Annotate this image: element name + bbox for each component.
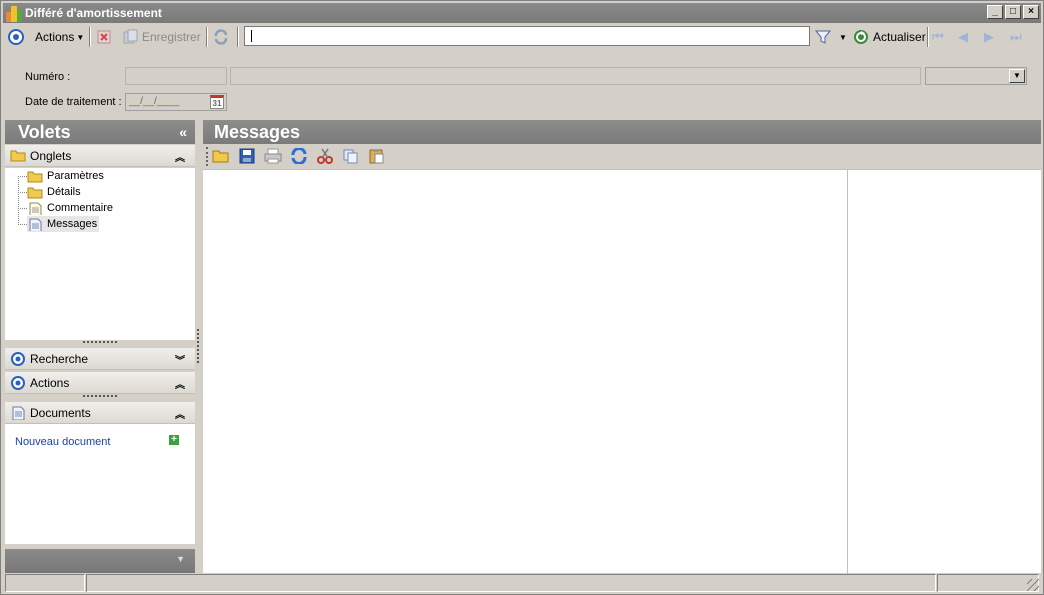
- paste-icon[interactable]: [368, 148, 386, 166]
- section-documents[interactable]: Documents ︽: [5, 402, 195, 424]
- save-label: Enregistrer: [142, 30, 201, 44]
- section-actions[interactable]: Actions ︽: [5, 372, 195, 394]
- messages-toolbar: [203, 144, 1041, 169]
- folder-icon: [27, 171, 43, 182]
- section-onglets[interactable]: Onglets ︽: [5, 145, 195, 167]
- refresh-icon[interactable]: [290, 147, 308, 166]
- collapse-icon[interactable]: «: [179, 120, 187, 144]
- maximize-button[interactable]: □: [1005, 5, 1021, 19]
- next-record-icon[interactable]: ▶: [984, 28, 994, 46]
- tree-item-parametres[interactable]: Paramètres: [27, 168, 104, 184]
- chevron-up-icon[interactable]: ︽: [175, 149, 185, 164]
- resize-grip[interactable]: [83, 341, 117, 344]
- app-window: Différé d'amortissement _ □ × Actions ▼ …: [0, 0, 1044, 595]
- calendar-icon[interactable]: 31: [210, 95, 224, 109]
- status-cell-3: [937, 574, 1039, 592]
- tree-item-details[interactable]: Détails: [27, 184, 81, 200]
- numero-label: Numéro :: [25, 71, 71, 83]
- cut-icon[interactable]: [316, 148, 334, 166]
- resize-grip[interactable]: [83, 395, 117, 398]
- search-target-icon: [11, 351, 25, 366]
- left-pane-header: Volets «: [5, 120, 195, 144]
- dropdown-arrow-icon: ▼: [76, 32, 85, 42]
- save-button[interactable]: Enregistrer: [122, 28, 201, 46]
- content-divider: [847, 170, 848, 574]
- chevron-down-icon[interactable]: ︾: [175, 352, 185, 367]
- chevron-up-icon[interactable]: ︽: [175, 406, 185, 421]
- main-pane: Messages: [203, 120, 1041, 574]
- copy-icon[interactable]: [342, 148, 360, 166]
- tree-item-commentaire[interactable]: Commentaire: [27, 200, 113, 216]
- numero-select[interactable]: ▼: [925, 67, 1027, 85]
- print-icon[interactable]: [264, 148, 282, 166]
- window-resize-grip[interactable]: [1027, 579, 1039, 591]
- last-record-icon[interactable]: ⏭: [1010, 28, 1022, 46]
- previous-record-icon[interactable]: ◀: [958, 28, 968, 46]
- date-label: Date de traitement :: [25, 96, 122, 108]
- sync-icon[interactable]: [213, 28, 229, 46]
- filter-dropdown-icon[interactable]: ▼: [839, 28, 847, 46]
- chevron-down-icon[interactable]: ▼: [176, 554, 185, 564]
- main-toolbar: Actions ▼ Enregistrer ▼ Actualiser ⏮ ◀ ▶…: [3, 24, 1041, 50]
- refresh-button[interactable]: Actualiser: [853, 28, 926, 46]
- document-icon: [29, 202, 42, 215]
- numero-description-field[interactable]: [230, 67, 921, 85]
- actions-menu-button[interactable]: Actions ▼: [35, 28, 84, 46]
- documents-area: Nouveau document +: [5, 424, 195, 544]
- left-pane-title: Volets: [18, 122, 71, 142]
- refresh-label: Actualiser: [873, 30, 926, 44]
- app-icon: [6, 6, 22, 22]
- save-icon[interactable]: [238, 148, 256, 166]
- actions-label: Actions: [35, 30, 75, 44]
- folder-icon: [27, 187, 43, 198]
- save-disk-icon: [123, 29, 138, 44]
- document-icon: [29, 218, 42, 231]
- window-title: Différé d'amortissement: [25, 6, 162, 20]
- folder-icon: [10, 150, 26, 162]
- document-icon: [12, 406, 25, 420]
- main-pane-title: Messages: [214, 122, 301, 142]
- open-folder-icon[interactable]: [212, 148, 230, 166]
- left-pane-footer[interactable]: ▼: [5, 549, 195, 573]
- status-cell-2: [86, 574, 936, 592]
- refresh-icon: [854, 30, 868, 44]
- date-placeholder: __/__/____: [129, 96, 180, 107]
- section-onglets-label: Onglets: [30, 148, 72, 163]
- status-cell-1: [5, 574, 85, 592]
- main-pane-header: Messages: [203, 120, 1041, 144]
- filter-icon[interactable]: [815, 28, 831, 46]
- add-icon[interactable]: +: [169, 435, 179, 445]
- actions-target-icon: [11, 375, 25, 390]
- new-document-link[interactable]: Nouveau document: [15, 436, 110, 448]
- delete-icon[interactable]: [96, 28, 112, 46]
- tabs-tree: Paramètres Détails Commentaire Messages: [5, 168, 195, 340]
- pane-splitter[interactable]: [197, 329, 199, 363]
- title-bar: Différé d'amortissement _ □ ×: [3, 3, 1041, 23]
- first-record-icon[interactable]: ⏮: [932, 28, 944, 46]
- status-bar: [3, 574, 1041, 593]
- section-recherche[interactable]: Recherche ︾: [5, 348, 195, 370]
- chevron-down-icon[interactable]: ▼: [1009, 69, 1025, 83]
- date-field[interactable]: __/__/____ 31: [125, 93, 227, 111]
- messages-content-area[interactable]: [203, 169, 1041, 574]
- tree-item-messages[interactable]: Messages: [27, 216, 100, 232]
- left-pane: Volets « Onglets ︽ Paramètres Détails Co…: [5, 120, 195, 573]
- actions-menu-icon[interactable]: [8, 28, 24, 46]
- search-input[interactable]: [244, 26, 810, 46]
- numero-field[interactable]: [125, 67, 227, 85]
- chevron-up-icon[interactable]: ︽: [175, 376, 185, 391]
- minimize-button[interactable]: _: [987, 5, 1003, 19]
- close-button[interactable]: ×: [1023, 5, 1039, 19]
